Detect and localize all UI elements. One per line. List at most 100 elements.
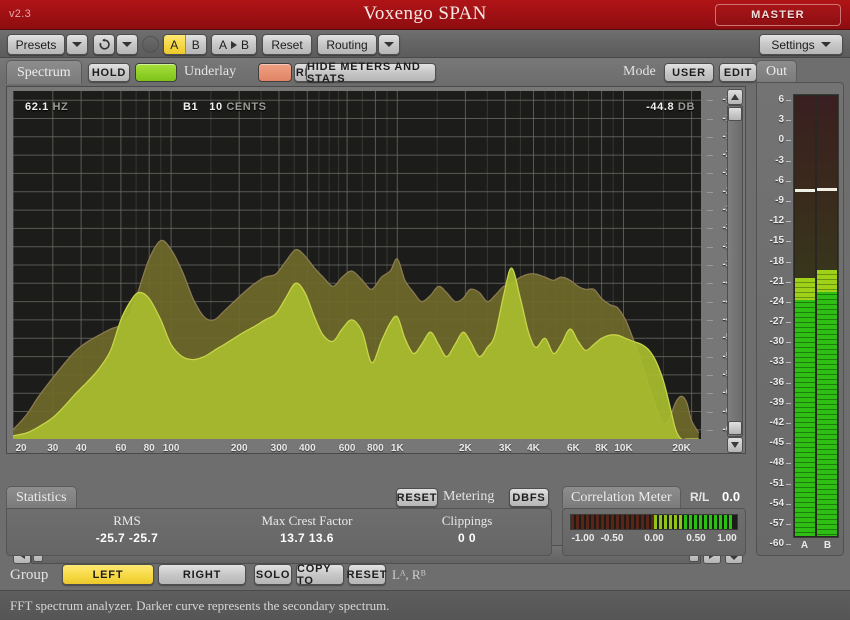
frequency-tick-label: 400 [299,443,316,454]
hide-meters-and-stats-button[interactable]: HIDE METERS AND STATS [306,63,436,82]
out-scale-dash [786,201,791,202]
db-tick-dash [707,265,713,266]
channel-assignment-note: Lᴬ, Rᴮ [392,567,426,583]
out-scale-dash [786,423,791,424]
db-tick-dash [707,375,713,376]
spectrum-plot[interactable]: 62.1 HZ B1 10 CENTS -44.8 DB [13,91,701,439]
underlay-color-a-swatch[interactable] [135,63,177,82]
statistic-value: 0 0 [407,531,527,545]
frequency-tick-label: 8K [595,443,608,454]
scroll-down-button[interactable] [727,437,743,453]
group-right-button[interactable]: RIGHT [158,564,246,585]
frequency-readout: 62.1 HZ [25,101,68,113]
out-scale-dash [786,282,791,283]
out-meter-fill-upper [817,270,837,292]
group-bar: Group LEFT RIGHT SOLO COPY TO RESET Lᴬ, … [0,560,752,590]
underlay-color-b-swatch[interactable] [258,63,292,82]
db-tick-dash [707,155,713,156]
footer-bar: FFT spectrum analyzer. Darker curve repr… [0,590,850,620]
routing-dropdown-button[interactable] [378,34,400,55]
correlation-scale-label: 0.00 [644,533,663,544]
frequency-axis: 20304060801002003004006008001K2K3K4K6K8K… [13,439,701,459]
master-button[interactable]: MASTER [715,4,841,26]
copy-to-button[interactable]: COPY TO [296,564,344,585]
routing-button[interactable]: Routing [317,34,377,55]
out-scale-label: 3 [778,114,784,125]
out-scale-label: -36 [770,377,784,388]
out-scale-label: -51 [770,478,784,489]
settings-button[interactable]: Settings [759,34,843,55]
frequency-tick-label: 600 [339,443,356,454]
mode-user-button[interactable]: USER [664,63,714,82]
footer-hint-text: FFT spectrum analyzer. Darker curve repr… [10,598,390,614]
statistic-cell: Max Crest Factor13.7 13.6 [222,513,392,545]
correlation-scale-labels: -1.00-0.500.000.501.00 [570,533,738,547]
group-reset-button[interactable]: RESET [348,564,386,585]
out-scale-dash [786,120,791,121]
out-scale-label: -3 [775,155,784,166]
out-scale-dash [786,181,791,182]
out-scale-label: -6 [775,175,784,186]
correlation-meter-body: -1.00-0.500.000.501.00 [562,508,746,556]
out-scale-label: -33 [770,356,784,367]
spectrum-graph [13,91,701,439]
preset-b-button[interactable]: B [185,35,207,54]
frequency-tick-label: 30 [47,443,58,454]
reset-button[interactable]: Reset [262,34,312,55]
vertical-scroll-track[interactable] [727,105,743,437]
out-meter-fill [795,278,815,536]
hold-button[interactable]: HOLD [88,63,130,82]
out-meter-bars[interactable] [793,94,839,538]
out-scale-dash [786,161,791,162]
ab-toggle-group[interactable]: A B [163,34,207,55]
cents-value: 10 [209,101,222,113]
frequency-tick-label: 10K [614,443,632,454]
a-label: A [219,38,227,52]
cents-unit: CENTS [226,101,266,113]
correlation-meter-tab[interactable]: Correlation Meter [562,486,681,508]
out-channel-label: B [816,540,839,551]
out-tab[interactable]: Out [756,60,797,82]
copy-a-to-b-button[interactable]: A B [211,34,257,55]
scroll-up-button[interactable] [727,89,743,105]
frequency-tick-label: 2K [459,443,472,454]
presets-button[interactable]: Presets [7,34,65,55]
triangle-up-icon [730,93,740,101]
spectrum-control-bar: Spectrum HOLD Underlay RIGHT HIDE METERS… [0,58,752,86]
out-scale-dash [786,100,791,101]
statistics-reset-button[interactable]: RESET [396,488,438,507]
out-scale-label: -57 [770,518,784,529]
out-scale-label: -15 [770,235,784,246]
db-tick-dash [707,283,713,284]
out-scale-label: -39 [770,397,784,408]
frequency-value: 62.1 [25,101,49,113]
rl-label: R/L [690,490,709,504]
statistics-tab[interactable]: Statistics [6,486,77,508]
underlay-label: Underlay [184,64,236,80]
presets-dropdown-button[interactable] [66,34,88,55]
triangle-down-icon [730,441,740,449]
dbfs-button[interactable]: DBFS [509,488,549,507]
vertical-scroll-thumb-bottom[interactable] [728,421,742,435]
vertical-scroll-thumb-top[interactable] [728,107,742,121]
out-scale-dash [786,262,791,263]
solo-button[interactable]: SOLO [254,564,292,585]
frequency-tick-label: 6K [567,443,580,454]
undo-button[interactable] [93,34,115,55]
out-scale-dash [786,241,791,242]
spectrum-tab[interactable]: Spectrum [6,60,82,84]
undo-dropdown-button[interactable] [116,34,138,55]
db-tick-dash [707,228,713,229]
statistic-title: Max Crest Factor [222,513,392,529]
out-scale-dash [786,342,791,343]
chevron-down-icon [122,42,132,47]
frequency-tick-label: 800 [367,443,384,454]
db-tick-dash [707,173,713,174]
frequency-tick-label: 200 [231,443,248,454]
vertical-scrollbar[interactable] [727,89,743,453]
out-meter-fill [817,270,837,536]
out-scale-label: -12 [770,215,784,226]
out-meter-body: 630-3-6-9-12-15-18-21-24-27-30-33-36-39-… [756,82,844,556]
group-left-button[interactable]: LEFT [62,564,154,585]
preset-a-button[interactable]: A [164,35,185,54]
